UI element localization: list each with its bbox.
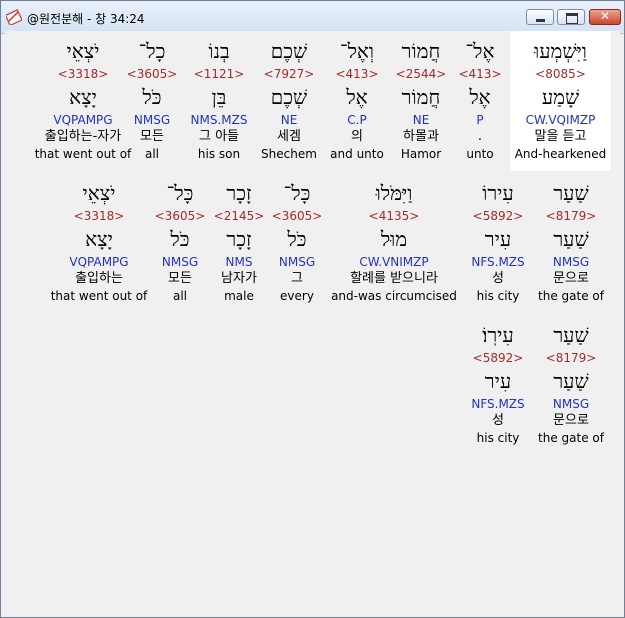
parsing-code: CW.VNIMZP <box>359 255 429 269</box>
korean-gloss: 말을 듣고 <box>534 129 587 144</box>
word-cell[interactable]: שַׁעַר <8179> שַׁעַר NMSG 문으로 the gate o… <box>521 320 621 446</box>
maximize-button[interactable] <box>557 9 585 25</box>
minimize-button[interactable] <box>526 9 554 25</box>
lemma: שַׁעַר <box>553 227 589 251</box>
parsing-code: NMSG <box>552 255 590 269</box>
hebrew-word: שַׁעַר <box>553 323 589 347</box>
english-gloss: the gate of <box>538 289 604 303</box>
hebrew-word: שַׁעַר <box>553 181 589 205</box>
english-gloss: the gate of <box>538 431 604 445</box>
lemma: מוּל <box>380 227 408 251</box>
word-cell-selected[interactable]: וַיִּשְׁמְעוּ <8085> שָׁמַע CW.VQIMZP 말을… <box>510 31 611 171</box>
lemma: שָׁמַע <box>541 85 580 109</box>
close-icon: ✕ <box>599 9 611 23</box>
word-cell[interactable]: שַׁעַר <8179> שַׁעַר NMSG 문으로 the gate o… <box>521 178 621 304</box>
strong-number: <8085> <box>535 67 586 81</box>
korean-gloss: 문으로 <box>553 271 589 286</box>
strong-number: <4135> <box>368 209 420 223</box>
app-icon <box>6 9 22 25</box>
close-button[interactable]: ✕ <box>589 9 621 25</box>
window-title: @원전분해 - 창 34:24 <box>27 12 145 26</box>
hebrew-word: וַיִּמֹּלוּ <box>375 181 413 205</box>
korean-gloss: 할례를 받으니라 <box>350 271 438 286</box>
title-bar[interactable]: @원전분해 - 창 34:24 ✕ <box>1 1 624 34</box>
english-gloss: And-hearkened <box>514 147 607 161</box>
word-cell[interactable]: וַיִּמֹּלוּ <4135> מוּל CW.VNIMZP 할례를 받으… <box>324 178 464 304</box>
strong-number: <8179> <box>545 351 597 365</box>
parsing-code: CW.VQIMZP <box>525 113 596 127</box>
english-gloss: and-was circumcised <box>331 289 457 303</box>
korean-gloss: 문으로 <box>553 413 589 428</box>
lemma: שַׁעַר <box>553 369 589 393</box>
strong-number: <8179> <box>545 209 597 223</box>
interlinear-window: @원전분해 - 창 34:24 ✕ יֹצְאֵי <3318> יָצָא V… <box>0 0 625 618</box>
hebrew-word: וַיִּשְׁמְעוּ <box>534 39 587 63</box>
parsing-code: NMSG <box>552 397 590 411</box>
interlinear-content: יֹצְאֵי <3318> יָצָא VQPAMPG 출입하는-자가 tha… <box>5 31 620 611</box>
